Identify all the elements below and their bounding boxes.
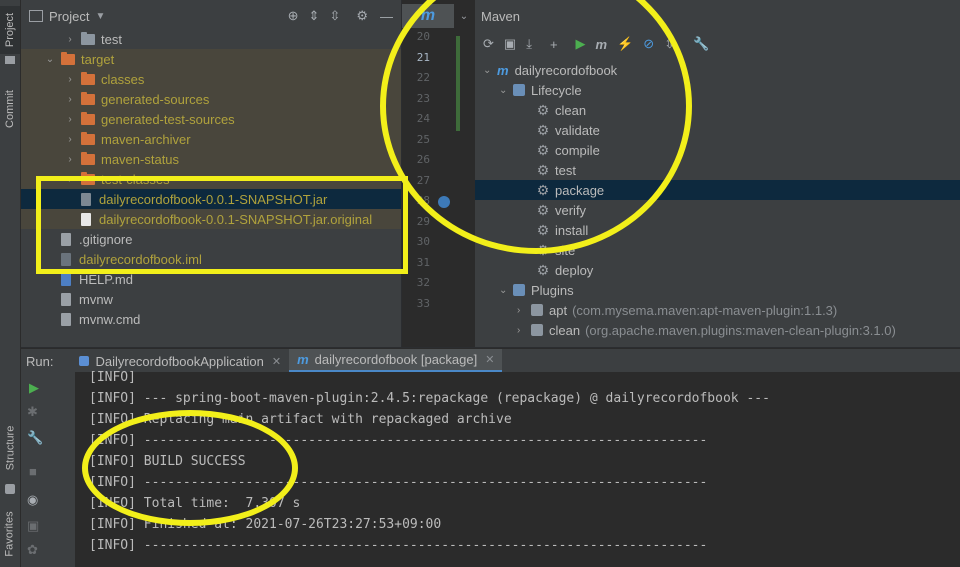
stripe-tab-structure[interactable]: Structure <box>0 418 20 478</box>
left-tool-stripe: Project Commit Structure Favorites <box>0 0 21 567</box>
maven-icon: m <box>297 352 309 367</box>
highlight-oval <box>82 410 298 526</box>
folder-icon <box>61 51 75 65</box>
tree-item[interactable]: › maven-status <box>21 149 401 169</box>
structure-icon <box>5 484 15 494</box>
tree-item-label: maven-archiver <box>101 131 191 147</box>
tree-item[interactable]: › test <box>21 29 401 49</box>
script-file-icon <box>61 292 71 306</box>
locate-icon[interactable]: ⊕ <box>288 8 299 24</box>
tree-item-label: mvnw.cmd <box>79 311 141 327</box>
plugin-icon <box>531 324 543 336</box>
chevron-icon[interactable]: › <box>63 94 77 105</box>
lifecycle-goal-deploy[interactable]: ⚙ deploy <box>475 260 960 280</box>
folder-icon <box>81 131 95 145</box>
line-number: 33 <box>416 296 430 310</box>
folder-icon <box>81 111 95 125</box>
stripe-tab-project-label: Project <box>4 12 16 48</box>
chevron-icon[interactable]: › <box>63 154 77 165</box>
chevron-down-icon[interactable]: ⌄ <box>499 285 513 296</box>
run-tab-package-label: dailyrecordofbook [package] <box>314 352 478 367</box>
expand-all-icon[interactable]: ⇕ <box>309 8 320 24</box>
run-tab-package[interactable]: m dailyrecordofbook [package] ✕ <box>289 349 503 373</box>
folder-icon <box>81 91 95 105</box>
camera-icon[interactable]: ▣ <box>27 518 39 534</box>
run-toolbar: ▶ ✱ 🔧 ■ ◉ ▣ ✿ <box>21 372 75 567</box>
console-line: [INFO] ---------------------------------… <box>89 538 708 553</box>
tree-item-label: target <box>81 51 115 67</box>
stripe-tab-commit-label: Commit <box>4 90 17 128</box>
stripe-tab-structure-label: Structure <box>4 425 17 471</box>
tree-item[interactable]: mvnw <box>21 289 401 309</box>
tree-item[interactable]: › maven-archiver <box>21 129 401 149</box>
highlight-box <box>36 176 408 274</box>
close-icon[interactable]: ✕ <box>485 353 494 366</box>
close-icon[interactable]: ✕ <box>272 355 281 368</box>
run-panel-header: Run: DailyrecordofbookApplication ✕ m da… <box>21 348 960 373</box>
project-view-icon <box>29 10 43 22</box>
project-folder-icon <box>5 56 15 64</box>
plugins-folder-icon <box>513 284 525 296</box>
tree-item-label: generated-test-sources <box>101 111 235 127</box>
run-label: Run: <box>26 353 54 369</box>
plugin-name: apt <box>549 302 568 318</box>
tree-item-label: generated-sources <box>101 91 210 107</box>
lifecycle-goal-label: deploy <box>555 262 594 278</box>
chevron-icon[interactable]: › <box>63 134 77 145</box>
plugins-label: Plugins <box>531 282 574 298</box>
settings-icon[interactable]: ✿ <box>27 542 38 558</box>
project-panel-header: Project ▼ ⊕ ⇕ ⇳ ⚙ — <box>21 0 401 32</box>
tree-item-label: test <box>101 31 122 47</box>
project-panel-title[interactable]: Project <box>49 9 89 24</box>
project-panel: Project ▼ ⊕ ⇕ ⇳ ⚙ — › test ⌄ target › classes… <box>21 0 401 347</box>
spring-app-icon <box>79 356 90 366</box>
script-file-icon <box>61 312 71 326</box>
plugin-detail: (org.apache.maven.plugins:maven-clean-pl… <box>585 322 896 338</box>
gear-icon: ⚙ <box>536 261 550 278</box>
stripe-tab-favorites-label: Favorites <box>4 511 16 557</box>
plugin-item[interactable]: › apt (com.mysema.maven:apt-maven-plugin:1… <box>517 300 837 320</box>
run-tab-application-label: DailyrecordofbookApplication <box>95 353 264 369</box>
wrench-icon[interactable]: 🔧 <box>27 430 43 446</box>
folder-icon <box>81 151 95 165</box>
chevron-icon[interactable]: › <box>63 74 77 85</box>
plugin-detail: (com.mysema.maven:apt-maven-plugin:1.1.3… <box>572 302 838 318</box>
rerun-icon[interactable]: ▶ <box>29 380 39 396</box>
stripe-tab-project[interactable]: Project <box>0 6 20 54</box>
tree-item[interactable]: mvnw.cmd <box>21 309 401 329</box>
debug-icon[interactable]: ✱ <box>27 404 38 420</box>
folder-icon <box>81 71 95 85</box>
stripe-tab-favorites[interactable]: Favorites <box>0 504 20 564</box>
wrench-icon[interactable]: 🔧 <box>693 36 709 52</box>
collapse-all-icon[interactable]: ⇳ <box>329 8 340 24</box>
chevron-right-icon[interactable]: › <box>517 325 531 336</box>
folder-icon <box>81 31 95 45</box>
tree-item[interactable]: › generated-test-sources <box>21 109 401 129</box>
gear-icon[interactable]: ⚙ <box>356 8 368 24</box>
tree-item[interactable]: › generated-sources <box>21 89 401 109</box>
stripe-tab-commit[interactable]: Commit <box>0 84 20 134</box>
plugin-item[interactable]: › clean (org.apache.maven.plugins:maven-cl… <box>517 320 896 340</box>
stop-icon[interactable]: ■ <box>29 464 37 479</box>
eye-icon[interactable]: ◉ <box>27 492 38 508</box>
tree-item-label: classes <box>101 71 145 87</box>
plugin-name: clean <box>549 322 581 338</box>
plugin-icon <box>531 304 543 316</box>
chevron-down-icon[interactable]: ▼ <box>95 11 105 22</box>
chevron-icon[interactable]: › <box>63 34 77 45</box>
tree-item[interactable]: ⌄ target <box>21 49 401 69</box>
tree-item-label: maven-status <box>101 151 180 167</box>
tree-item[interactable]: › classes <box>21 69 401 89</box>
tree-item-label: mvnw <box>79 291 113 307</box>
console-line: [INFO] <box>89 370 136 385</box>
md-file-icon <box>61 272 71 286</box>
line-number: 32 <box>416 276 430 289</box>
console-line: [INFO] --- spring-boot-maven-plugin:2.4.… <box>89 391 770 406</box>
chevron-icon[interactable]: ⌄ <box>43 54 57 65</box>
plugins-node[interactable]: ⌄ Plugins <box>499 280 574 300</box>
minimize-icon[interactable]: — <box>380 9 393 24</box>
chevron-icon[interactable]: › <box>63 114 77 125</box>
chevron-right-icon[interactable]: › <box>517 305 531 316</box>
